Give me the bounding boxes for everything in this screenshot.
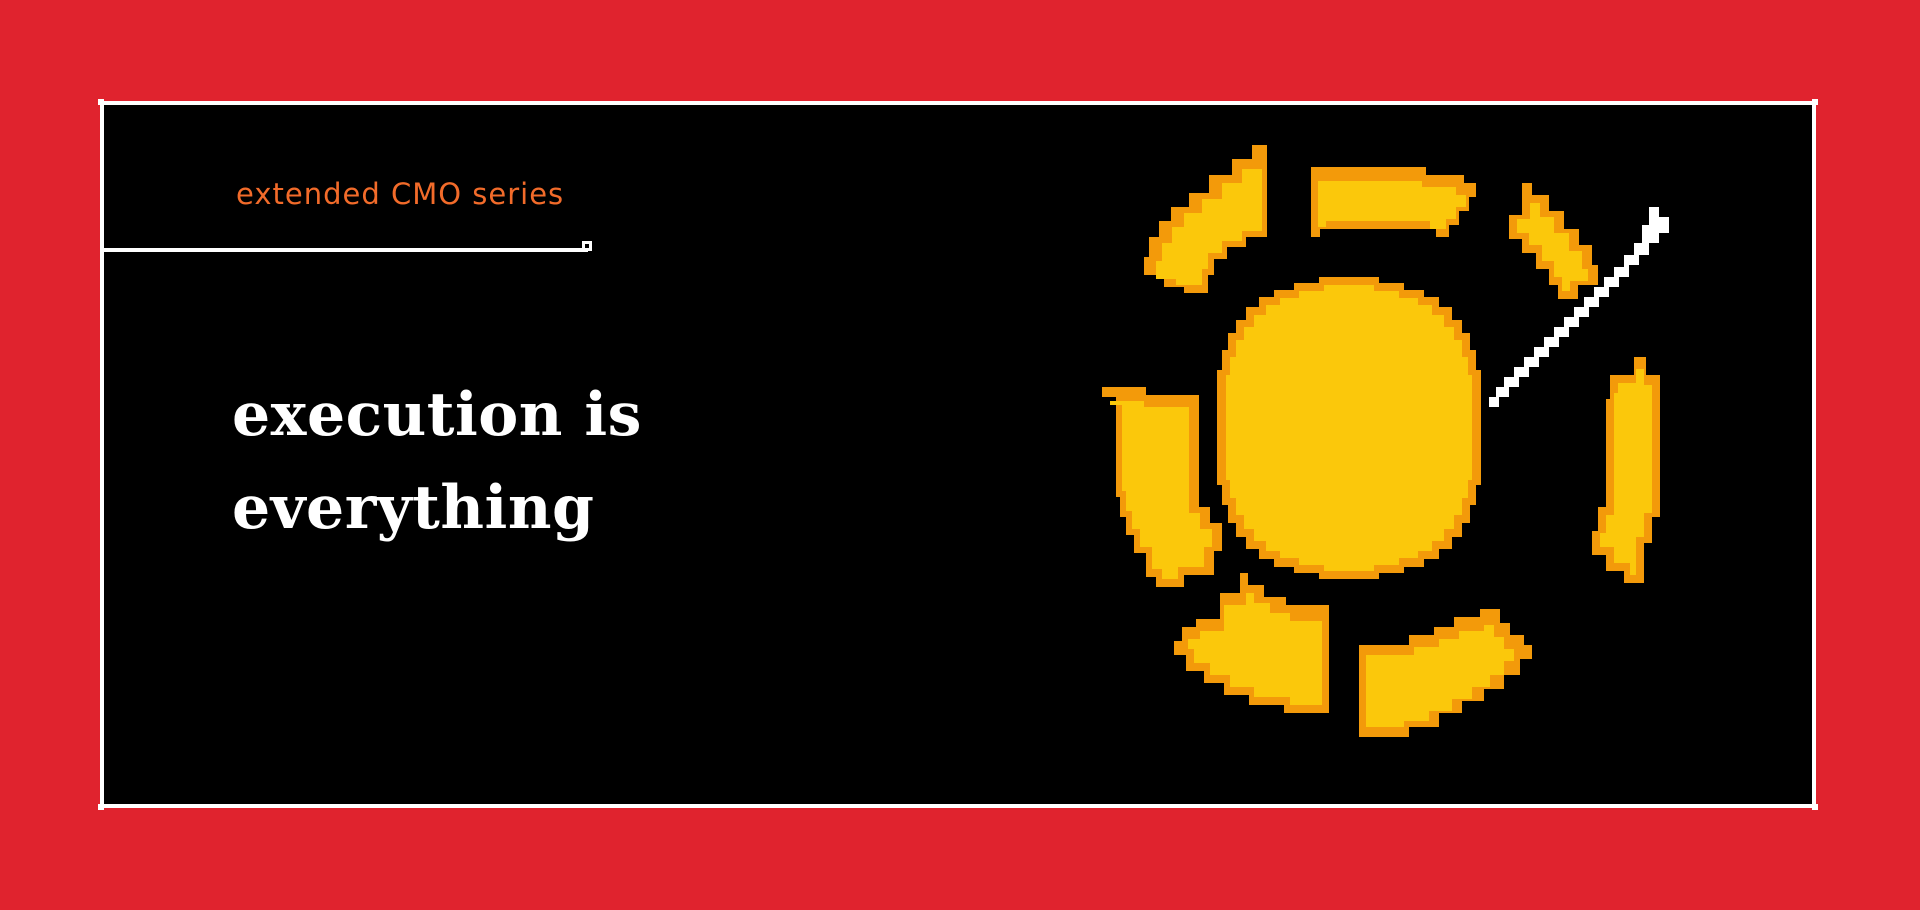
corner-pixel: [98, 99, 104, 105]
divider-line: [104, 248, 588, 252]
corner-pixel: [98, 804, 104, 810]
headline-line-2: everything: [232, 473, 595, 543]
hero-card: extended CMO series execution is everyth…: [98, 99, 1818, 810]
corner-pixel: [1812, 99, 1818, 105]
headline: execution is everything: [232, 369, 832, 555]
headline-line-1: execution is: [232, 380, 642, 450]
corner-pixel: [1812, 804, 1818, 810]
sun-ray-top-left: [1144, 145, 1267, 293]
sun-ray-top: [1311, 167, 1476, 237]
sun-ray-right: [1592, 357, 1660, 583]
sun-ray-bottom-right: [1359, 609, 1532, 737]
divider-end-marker: [582, 241, 592, 251]
series-label: extended CMO series: [236, 177, 565, 211]
pixel-sun-with-pen-icon: [1102, 145, 1669, 737]
sun-core: [1217, 277, 1481, 579]
sun-ray-bottom-left: [1174, 573, 1329, 713]
sun-ray-top-right: [1509, 183, 1598, 299]
sun-ray-left: [1102, 387, 1222, 587]
